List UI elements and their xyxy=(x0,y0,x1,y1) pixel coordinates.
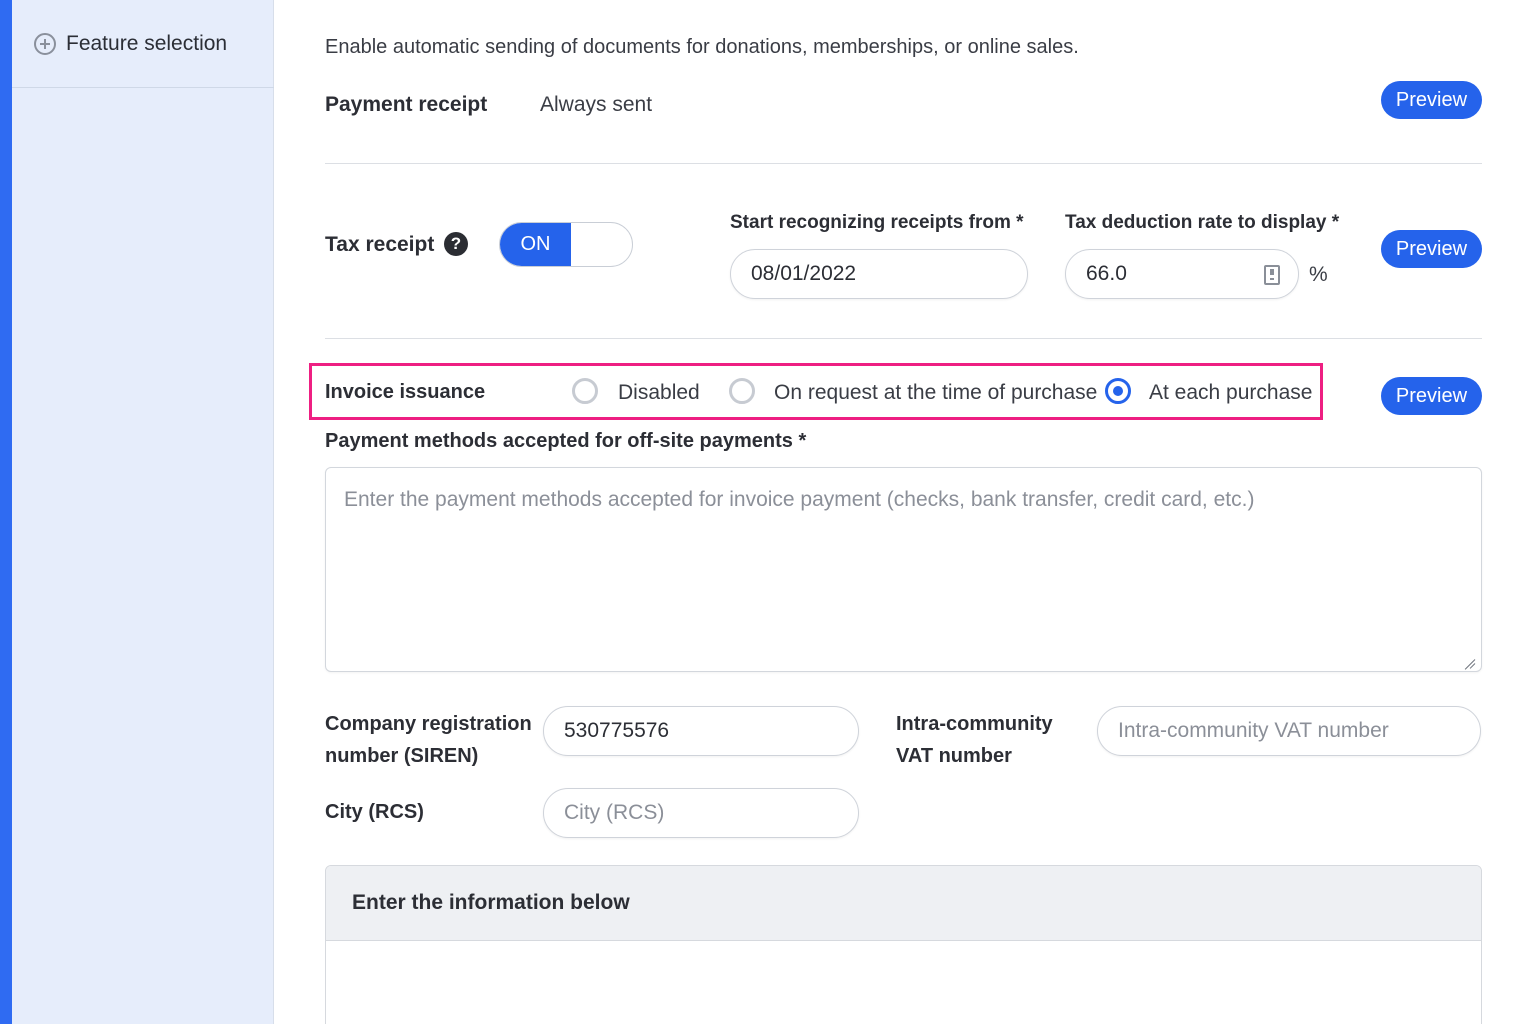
payment-methods-label: Payment methods accepted for off-site pa… xyxy=(325,430,807,452)
siren-label: Company registration number (SIREN) xyxy=(325,708,532,772)
divider xyxy=(325,338,1482,339)
main-content: Enable automatic sending of documents fo… xyxy=(275,0,1536,1024)
toggle-on-label: ON xyxy=(500,223,571,266)
start-date-value: 08/01/2022 xyxy=(751,262,857,285)
tax-rate-unit: % xyxy=(1309,263,1328,286)
vat-label-line-1: Intra-community xyxy=(896,713,1053,735)
start-date-field[interactable]: 08/01/2022 xyxy=(730,249,1028,299)
siren-label-line-1: Company registration xyxy=(325,713,532,735)
payment-receipt-preview-button[interactable]: Preview xyxy=(1381,81,1482,119)
resize-handle-icon[interactable] xyxy=(1463,653,1475,665)
siren-field[interactable]: 530775576 xyxy=(543,706,859,756)
radio-on-request[interactable] xyxy=(729,378,755,404)
payment-methods-textarea[interactable]: Enter the payment methods accepted for i… xyxy=(325,467,1482,672)
radio-at-each-purchase[interactable] xyxy=(1105,378,1131,404)
intro-text: Enable automatic sending of documents fo… xyxy=(325,36,1079,58)
rcs-label: City (RCS) xyxy=(325,801,424,823)
tax-rate-field[interactable]: 66.0 xyxy=(1065,249,1299,299)
invoice-issuance-label: Invoice issuance xyxy=(325,381,486,403)
payment-receipt-status: Always sent xyxy=(540,93,653,116)
payment-methods-placeholder: Enter the payment methods accepted for i… xyxy=(344,488,1255,511)
start-date-label: Start recognizing receipts from * xyxy=(730,212,1024,233)
tax-rate-label: Tax deduction rate to display * xyxy=(1065,212,1340,233)
tax-receipt-toggle[interactable]: ON xyxy=(499,222,633,267)
tax-receipt-label: Tax receipt xyxy=(325,233,435,256)
radio-on-request-label: On request at the time of purchase xyxy=(774,381,1098,404)
rcs-placeholder: City (RCS) xyxy=(564,801,665,824)
vat-placeholder: Intra-community VAT number xyxy=(1118,719,1389,742)
info-panel-title: Enter the information below xyxy=(326,866,1481,941)
left-accent-bar xyxy=(0,0,12,1024)
sidebar-item-label: Feature selection xyxy=(66,31,228,55)
info-panel: Enter the information below xyxy=(325,865,1482,1024)
vat-label: Intra-community VAT number xyxy=(896,708,1053,772)
rcs-field[interactable]: City (RCS) xyxy=(543,788,859,838)
divider xyxy=(325,163,1482,164)
sidebar-item-feature-selection[interactable]: Feature selection xyxy=(12,0,274,88)
sidebar: Feature selection xyxy=(12,0,274,1024)
plus-circle-icon xyxy=(34,32,56,55)
calculator-icon xyxy=(1264,265,1280,285)
siren-value: 530775576 xyxy=(564,719,670,742)
radio-disabled[interactable] xyxy=(572,378,598,404)
siren-label-line-2: number (SIREN) xyxy=(325,745,479,767)
invoice-preview-button[interactable]: Preview xyxy=(1381,377,1482,415)
radio-disabled-label: Disabled xyxy=(618,381,700,404)
payment-receipt-label: Payment receipt xyxy=(325,93,488,116)
help-icon[interactable]: ? xyxy=(444,232,468,256)
vat-field[interactable]: Intra-community VAT number xyxy=(1097,706,1481,756)
radio-at-each-purchase-label: At each purchase xyxy=(1149,381,1313,404)
vat-label-line-2: VAT number xyxy=(896,745,1012,767)
tax-receipt-preview-button[interactable]: Preview xyxy=(1381,230,1482,268)
tax-rate-value: 66.0 xyxy=(1086,262,1127,285)
